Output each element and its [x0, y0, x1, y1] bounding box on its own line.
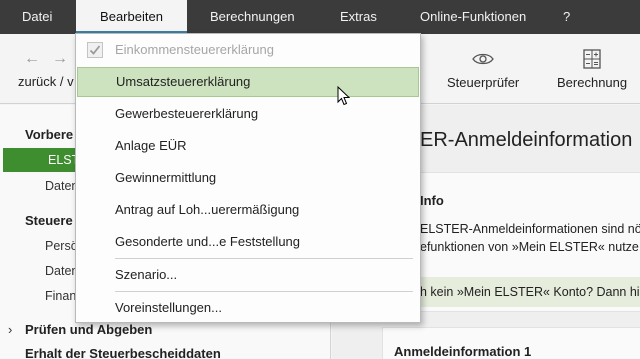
menu-online-funktionen[interactable]: Online-Funktionen	[420, 0, 526, 34]
menu-extras[interactable]: Extras	[340, 0, 377, 34]
info-text-line-2: efunktionen von »Mein ELSTER« nutze	[420, 240, 639, 254]
page-title: ER-Anmeldeinformation	[420, 129, 633, 151]
checkbox-checked-icon	[87, 42, 103, 58]
berechnung-button[interactable]: Berechnung	[557, 48, 627, 90]
sidebar-group-erhalt[interactable]: Erhalt der Steuerbescheiddaten	[0, 342, 331, 359]
menu-item-voreinstellungen[interactable]: Voreinstellungen...	[76, 293, 420, 323]
menubar: Datei Bearbeiten Berechnungen Extras Onl…	[0, 0, 640, 34]
menu-item-gewinnermittlung[interactable]: Gewinnermittlung	[76, 163, 420, 193]
menu-separator	[115, 258, 413, 259]
menu-item-umsatzsteuererklaerung[interactable]: Umsatzsteuererklärung	[77, 67, 419, 97]
berechnung-label: Berechnung	[557, 75, 628, 90]
menu-item-gesonderte-feststellung[interactable]: Gesonderte und...e Feststellung	[76, 227, 420, 257]
menu-item-label: Einkommensteuererklärung	[115, 42, 274, 57]
menu-item-szenario[interactable]: Szenario...	[76, 260, 420, 290]
menu-bearbeiten[interactable]: Bearbeiten	[76, 0, 187, 34]
calculator-icon	[557, 48, 627, 70]
info-text-line-1: ELSTER-Anmeldeinformationen sind nöt	[420, 222, 640, 236]
steuerpruefer-label: Steuerprüfer	[447, 75, 520, 90]
chevron-right-icon: ›	[8, 322, 13, 337]
eye-icon	[447, 48, 519, 70]
steuerpruefer-button[interactable]: Steuerprüfer	[447, 48, 519, 90]
forward-arrow-icon[interactable]: →	[52, 50, 68, 68]
info-heading: Info	[420, 193, 444, 208]
menu-help[interactable]: ?	[563, 0, 570, 34]
mouse-cursor-icon	[337, 86, 350, 106]
sidebar-group-pruefen-label: Prüfen und Abgeben	[25, 322, 153, 337]
menu-item-anlage-eur[interactable]: Anlage EÜR	[76, 131, 420, 161]
menu-berechnungen[interactable]: Berechnungen	[210, 0, 295, 34]
bearbeiten-dropdown-menu: Einkommensteuererklärung Umsatzsteuererk…	[75, 33, 421, 323]
anmeldeinformation-title: Anmeldeinformation 1	[394, 344, 532, 359]
back-forward-label: zurück / v	[18, 74, 74, 89]
menu-item-einkommensteuererklaerung: Einkommensteuererklärung	[76, 35, 420, 65]
back-arrow-icon[interactable]: ←	[24, 50, 40, 68]
menu-item-antrag-lohnsteuerermaessigung[interactable]: Antrag auf Loh...uerermäßigung	[76, 195, 420, 225]
menu-separator	[115, 291, 413, 292]
menu-datei[interactable]: Datei	[22, 0, 52, 34]
menu-item-gewerbesteuererklaerung[interactable]: Gewerbesteuererklärung	[76, 99, 420, 129]
account-banner-text[interactable]: h kein »Mein ELSTER« Konto? Dann hie	[420, 285, 640, 299]
